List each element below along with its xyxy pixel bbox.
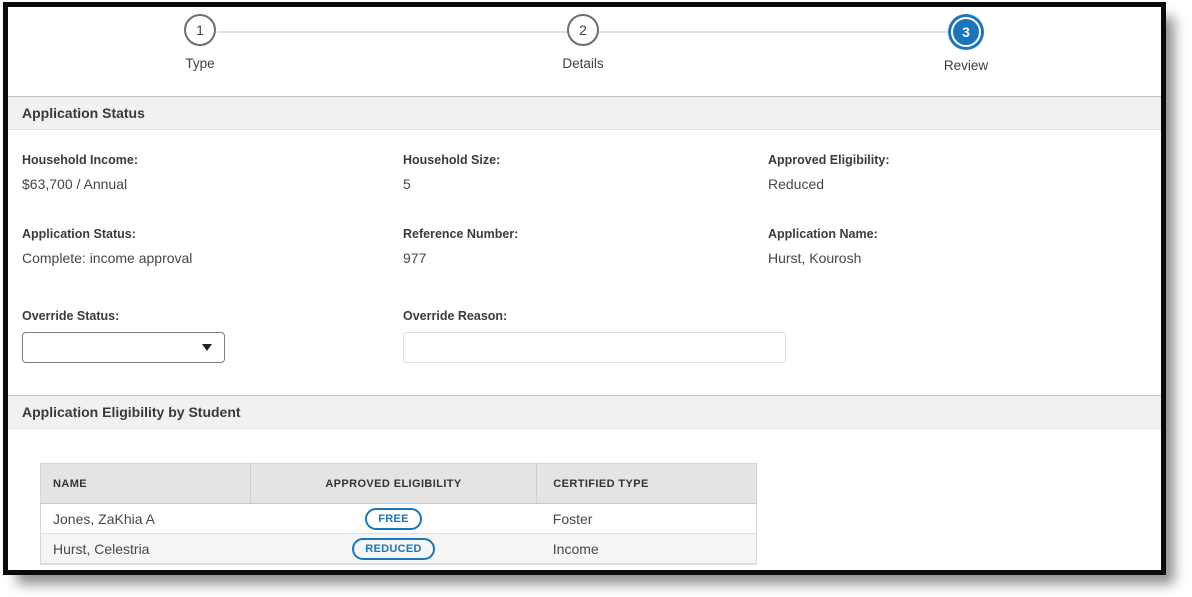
section-header-application-status: Application Status	[8, 96, 1161, 130]
field-label: Household Income:	[22, 153, 138, 167]
field-reference-number: Reference Number: 977	[403, 227, 518, 266]
field-label: Household Size:	[403, 153, 501, 167]
step-label-review: Review	[943, 58, 989, 73]
field-label: Approved Eligibility:	[768, 153, 890, 167]
eligibility-badge-reduced: REDUCED	[352, 537, 435, 560]
step-circle-1[interactable]: 1	[184, 14, 216, 46]
field-override-reason: Override Reason:	[403, 309, 786, 363]
step-circle-3-active[interactable]: 3	[951, 17, 981, 47]
table-header-row: NAME APPROVED ELIGIBILITY CERTIFIED TYPE	[40, 463, 757, 504]
certified-type-cell: Foster	[536, 503, 757, 534]
field-household-income: Household Income: $63,700 / Annual	[22, 153, 138, 192]
table-row-student-1: Jones, ZaKhia A FREE Foster	[40, 503, 757, 534]
stepper-step-review[interactable]: 3 Review	[906, 14, 1026, 73]
field-value: Reduced	[768, 176, 825, 192]
stepper-step-details[interactable]: 2 Details	[523, 14, 643, 71]
table-header-name: NAME	[40, 463, 251, 504]
step-circle-2[interactable]: 2	[567, 14, 599, 46]
eligibility-badge-free: FREE	[365, 507, 422, 530]
dropdown-arrow-icon	[202, 344, 212, 351]
table-row-student-2: Hurst, Celestria REDUCED Income	[40, 533, 757, 564]
step-label-type: Type	[185, 56, 215, 71]
override-status-label: Override Status:	[22, 309, 120, 323]
field-approved-eligibility: Approved Eligibility: Reduced	[768, 153, 890, 192]
override-reason-label: Override Reason:	[403, 309, 508, 323]
override-status-select[interactable]	[22, 332, 225, 363]
eligibility-cell: REDUCED	[250, 533, 537, 564]
step-label-details: Details	[562, 56, 604, 71]
field-value: Hurst, Kourosh	[768, 250, 862, 266]
page-frame: 1 Type 2 Details 3 Review Application St…	[3, 2, 1166, 575]
certified-type-cell: Income	[536, 533, 757, 564]
table-header-approved-eligibility: APPROVED ELIGIBILITY	[250, 463, 538, 504]
field-label: Application Status:	[22, 227, 136, 241]
student-name-cell: Hurst, Celestria	[40, 533, 251, 564]
override-reason-input[interactable]	[403, 332, 786, 363]
page-content: 1 Type 2 Details 3 Review Application St…	[8, 7, 1161, 570]
field-value: 977	[403, 250, 427, 266]
field-value: Complete: income approval	[22, 250, 193, 266]
student-name-cell: Jones, ZaKhia A	[40, 503, 251, 534]
section-header-eligibility-by-student: Application Eligibility by Student	[8, 395, 1161, 429]
field-application-status: Application Status: Complete: income app…	[22, 227, 192, 266]
wizard-stepper: 1 Type 2 Details 3 Review	[8, 7, 1161, 95]
field-label: Reference Number:	[403, 227, 519, 241]
stepper-step-type[interactable]: 1 Type	[140, 14, 260, 71]
field-application-name: Application Name: Hurst, Kourosh	[768, 227, 878, 266]
eligibility-table: NAME APPROVED ELIGIBILITY CERTIFIED TYPE…	[40, 463, 757, 564]
eligibility-cell: FREE	[250, 503, 537, 534]
field-value: 5	[403, 176, 411, 192]
field-label: Application Name:	[768, 227, 878, 241]
field-override-status: Override Status:	[22, 309, 225, 363]
field-value: $63,700 / Annual	[22, 176, 128, 192]
field-household-size: Household Size: 5	[403, 153, 500, 192]
clipped-next-table-row	[40, 564, 757, 570]
table-header-certified-type: CERTIFIED TYPE	[536, 463, 757, 504]
